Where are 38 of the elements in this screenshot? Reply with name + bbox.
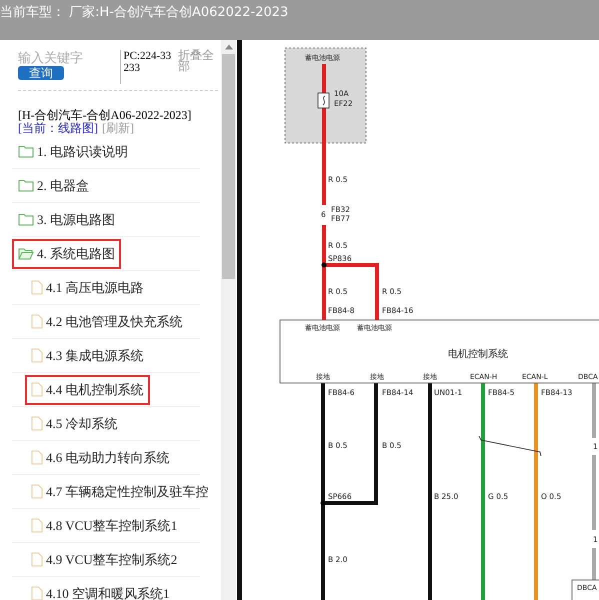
tree-item[interactable]: 4.8 VCU整车控制系统1 <box>25 510 184 540</box>
file-icon <box>31 518 43 533</box>
file-icon <box>31 382 43 397</box>
tree-item[interactable]: 4.5 冷却系统 <box>25 408 124 438</box>
folder-icon <box>18 145 34 158</box>
file-icon <box>31 348 43 363</box>
tree-item[interactable]: 3. 电源电路图 <box>12 204 121 234</box>
tree-item[interactable]: 1. 电路识读说明 <box>12 136 134 166</box>
file-icon <box>31 314 43 329</box>
pc-code: PC:224-33233 <box>120 50 174 84</box>
tree-item[interactable]: 2. 电器盒 <box>12 170 95 200</box>
tree-item[interactable]: 4.2 电池管理及快充系统 <box>25 306 188 336</box>
file-icon <box>31 552 43 567</box>
tree-item[interactable]: 4.6 电动助力转向系统 <box>25 442 176 472</box>
folder-icon <box>18 179 34 192</box>
window-title: 当前车型： 厂家:H-合创汽车合创A062022-2023 <box>0 4 290 21</box>
tree-item[interactable]: 4.4 电机控制系统 <box>25 374 150 404</box>
search-button[interactable]: 查询 <box>18 66 64 80</box>
file-icon <box>31 416 43 431</box>
fuse-icon <box>318 92 330 108</box>
tree-item[interactable]: 4.1 高压电源电路 <box>25 272 150 302</box>
tree-item[interactable]: 4.7 车辆稳定性控制及驻车控 <box>25 476 214 506</box>
file-icon <box>31 450 43 465</box>
scrollbar[interactable] <box>221 40 236 600</box>
tree-item[interactable]: 4.3 集成电源系统 <box>25 340 150 370</box>
tree-item[interactable]: 4.10 空调和暖风系统1 <box>25 578 176 600</box>
tree-item[interactable]: 4. 系统电路图 <box>12 238 121 268</box>
module-title: 电机控制系统 <box>448 349 508 360</box>
folder-icon <box>18 213 34 226</box>
tree-item[interactable]: 4.9 VCU整车控制系统2 <box>25 544 184 574</box>
current-view: [当前：线路图] <box>18 121 98 135</box>
vehicle-name: [H-合创汽车-合创A06-2022-2023] <box>18 109 192 122</box>
twisted-pair-marker <box>478 436 542 456</box>
folder-icon <box>18 247 34 260</box>
junction-dot <box>320 500 326 506</box>
junction-dot <box>322 262 326 268</box>
file-icon <box>31 280 43 295</box>
file-icon <box>31 484 43 499</box>
